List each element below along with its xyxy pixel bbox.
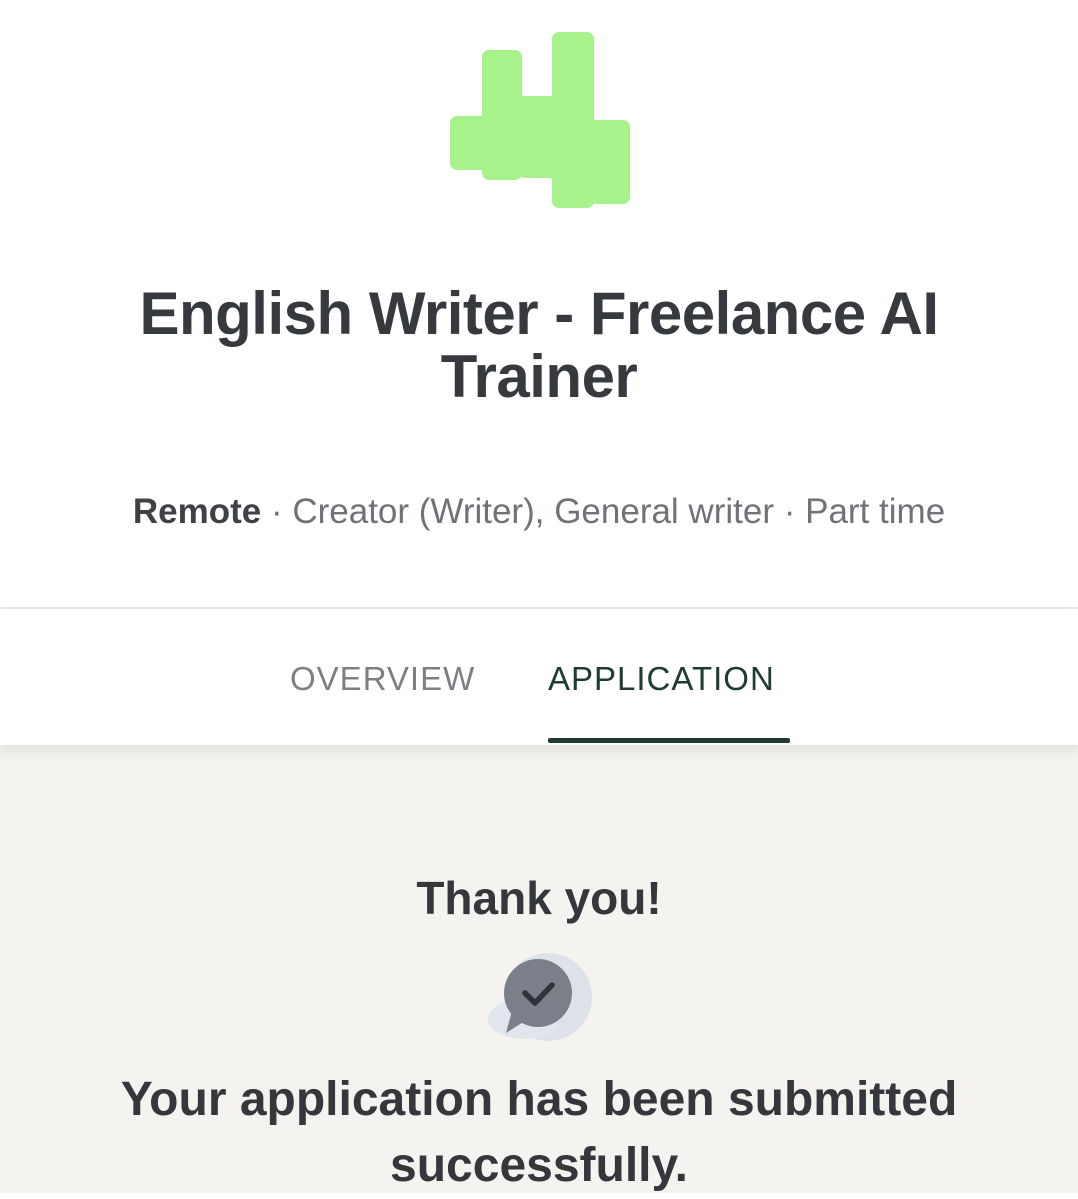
meta-separator: · xyxy=(270,492,283,531)
confirmation-message: Your application has been submitted succ… xyxy=(120,1073,958,1192)
job-meta: Remote · Creator (Writer), General write… xyxy=(0,490,1078,534)
tab-bar: OVERVIEW APPLICATION xyxy=(0,609,1078,745)
brand-logo-icon xyxy=(450,32,630,208)
chat-check-icon xyxy=(488,953,592,1041)
active-tab-indicator xyxy=(548,738,790,743)
job-employment-type: Part time xyxy=(805,492,946,531)
confirmation-heading: Thank you! xyxy=(416,872,662,924)
job-header: English Writer - Freelance AI Trainer Re… xyxy=(0,0,1078,608)
job-location: Remote xyxy=(132,492,262,531)
tab-application[interactable]: APPLICATION xyxy=(548,659,775,699)
meta-separator: · xyxy=(783,492,796,531)
job-title: English Writer - Freelance AI Trainer xyxy=(139,280,939,410)
confirmation-panel: Thank you! Your application has been sub… xyxy=(0,745,1078,1193)
job-category: Creator (Writer), General writer xyxy=(292,492,774,531)
tab-overview[interactable]: OVERVIEW xyxy=(290,659,475,699)
